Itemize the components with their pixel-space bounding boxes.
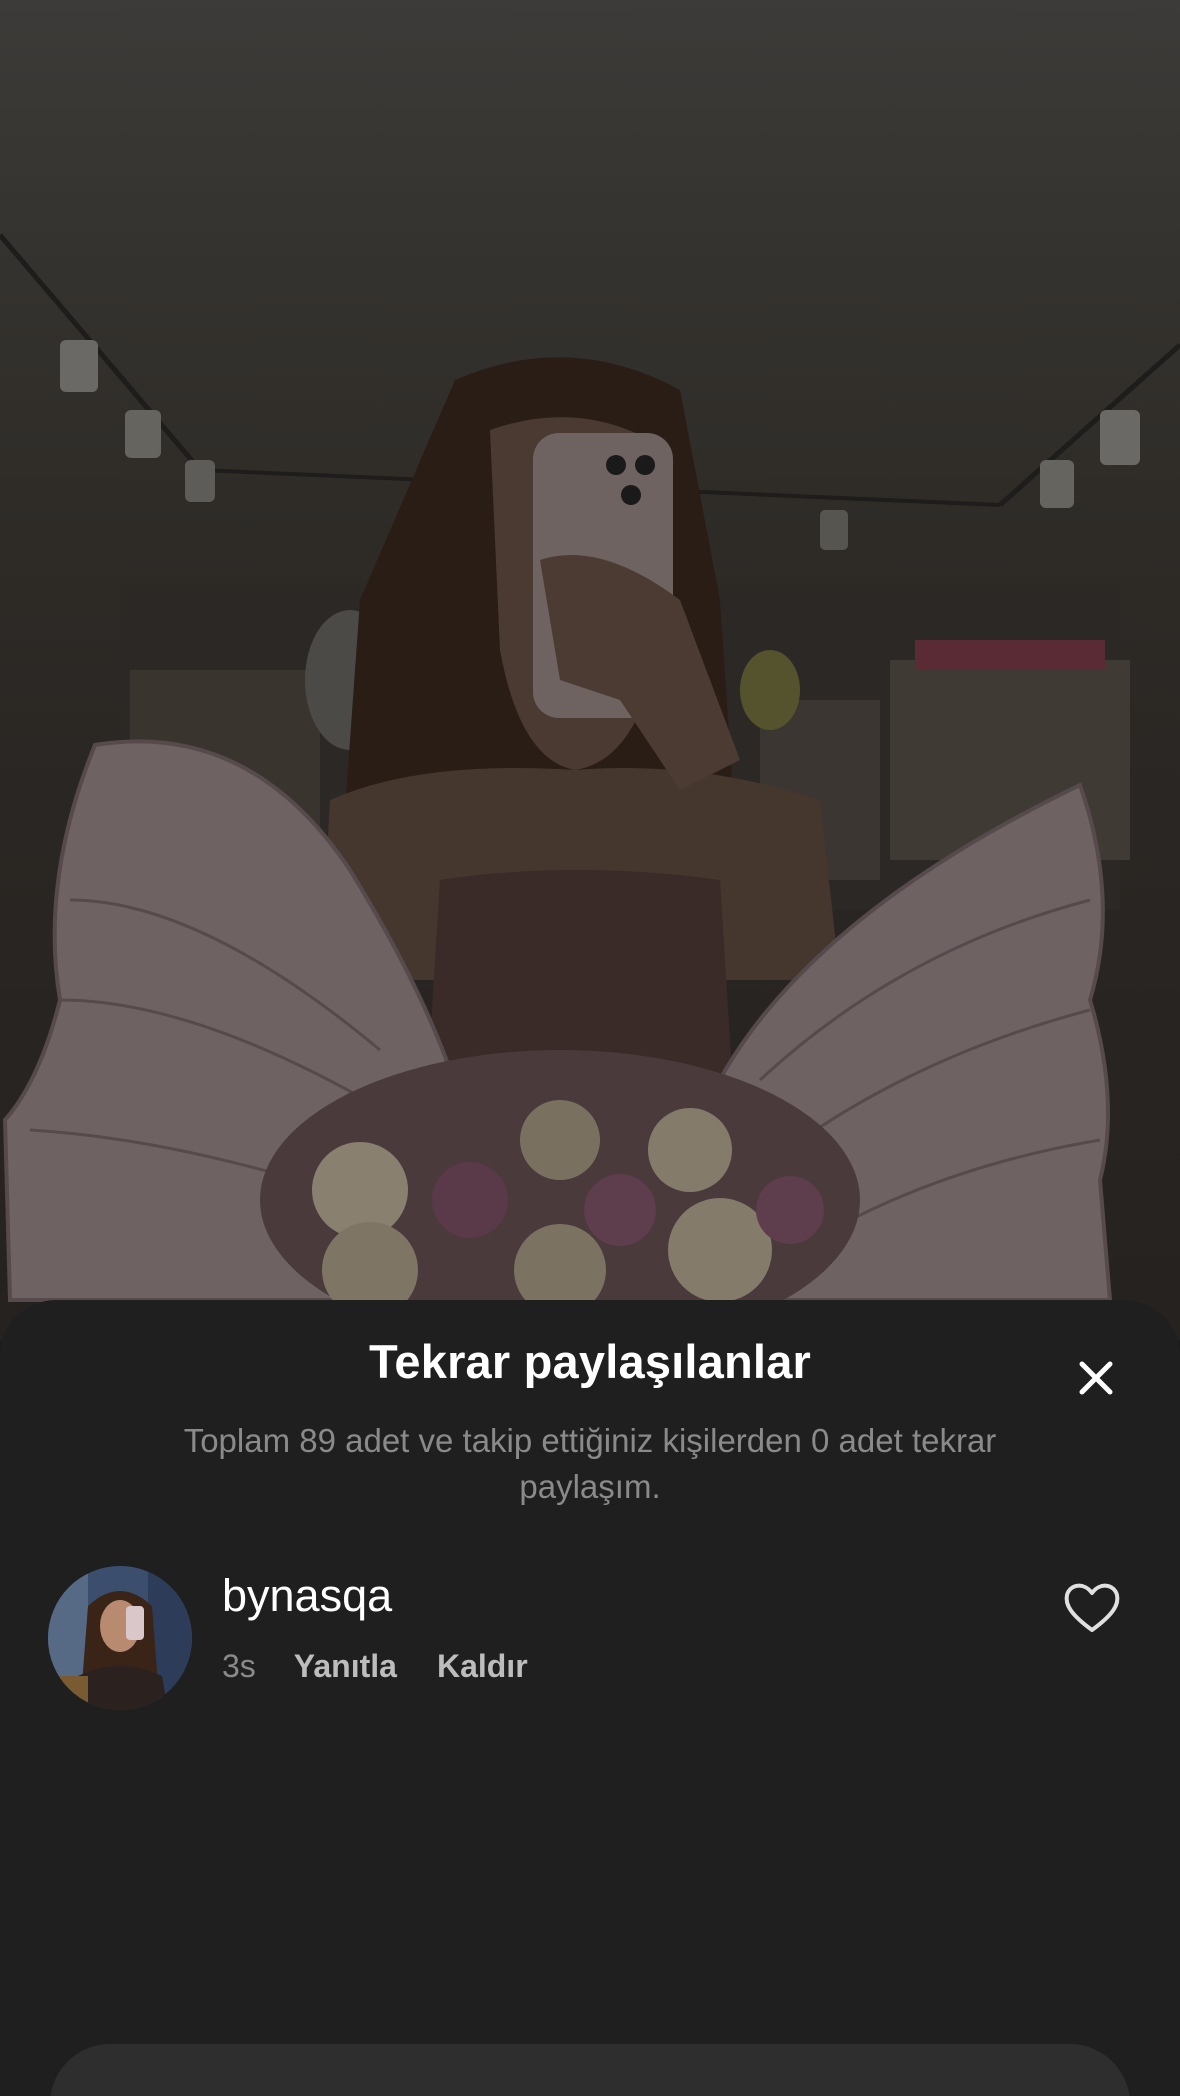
background-photo (0, 0, 1180, 1340)
reposts-sheet: Tekrar paylaşılanlar Toplam 89 adet ve t… (0, 1300, 1180, 2096)
comment-input-bar[interactable] (50, 2044, 1130, 2096)
reply-button[interactable]: Yanıtla (294, 1648, 397, 1685)
sheet-title: Tekrar paylaşılanlar (368, 1335, 812, 1388)
like-button[interactable] (1062, 1580, 1122, 1636)
list-item: bynasqa 3s Yanıtla Kaldır (0, 1560, 1180, 1720)
background-photo-art (0, 233, 1180, 1340)
remove-button[interactable]: Kaldır (437, 1648, 528, 1685)
close-icon (1079, 1361, 1113, 1395)
repost-count-text: Toplam 89 adet ve takip ettiğiniz kişile… (183, 1422, 997, 1505)
timestamp: 3s (222, 1648, 256, 1684)
username[interactable]: bynasqa (222, 1570, 392, 1622)
close-button[interactable] (1070, 1352, 1122, 1404)
repost-meta: 3s Yanıtla Kaldır (222, 1648, 568, 1685)
screen: Tekrar paylaşılanlar Toplam 89 adet ve t… (0, 0, 1180, 2096)
avatar-image (48, 1566, 192, 1710)
heart-icon (1064, 1583, 1120, 1632)
avatar[interactable] (48, 1566, 192, 1710)
